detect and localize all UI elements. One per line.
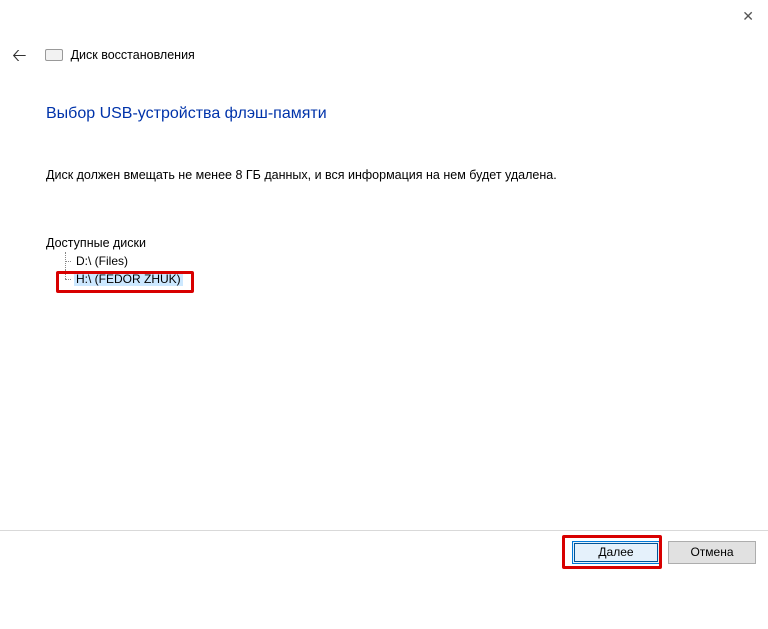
drive-label: D:\ (Files) — [74, 254, 130, 268]
drive-label: H:\ (FEDOR ZHUK) — [74, 272, 183, 286]
drive-tree: D:\ (Files) H:\ (FEDOR ZHUK) — [62, 252, 183, 288]
window-title: Диск восстановления — [71, 48, 195, 62]
next-button[interactable]: Далее — [572, 541, 660, 564]
wizard-header: 🡠 Диск восстановления — [12, 46, 195, 64]
drive-item[interactable]: D:\ (Files) — [62, 252, 183, 270]
back-arrow-icon[interactable]: 🡠 — [12, 46, 27, 64]
available-drives-label: Доступные диски — [46, 236, 183, 250]
drive-icon — [45, 49, 63, 61]
drive-item[interactable]: H:\ (FEDOR ZHUK) — [62, 270, 183, 288]
tree-connector-icon — [62, 270, 72, 288]
wizard-footer: Далее Отмена — [0, 530, 768, 574]
instruction-text: Диск должен вмещать не менее 8 ГБ данных… — [46, 168, 557, 182]
close-icon[interactable]: ✕ — [742, 8, 754, 25]
tree-connector-icon — [62, 252, 72, 270]
page-heading: Выбор USB-устройства флэш-памяти — [46, 105, 327, 123]
cancel-button[interactable]: Отмена — [668, 541, 756, 564]
available-drives-section: Доступные диски D:\ (Files) H:\ (FEDOR Z… — [46, 236, 183, 288]
